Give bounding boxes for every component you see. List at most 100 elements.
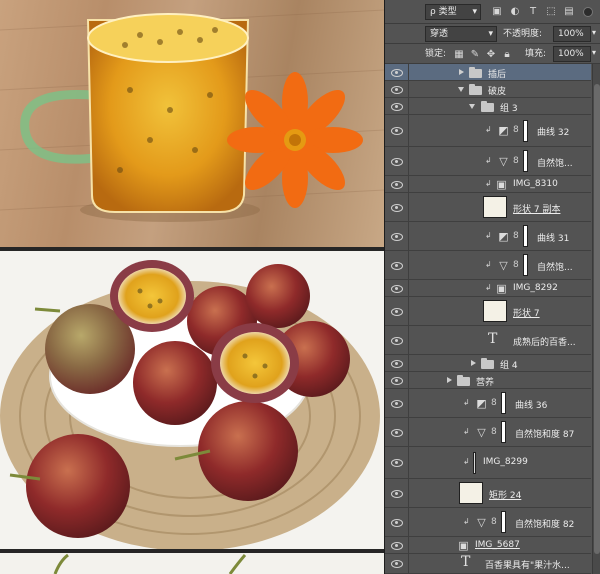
layer-row-shape[interactable]: 形状 7 bbox=[385, 297, 591, 326]
chain-link-icon[interactable]: 8 bbox=[513, 156, 519, 166]
pixel-filter-icon[interactable]: ▣ bbox=[491, 6, 503, 18]
eye-icon[interactable] bbox=[390, 518, 404, 528]
chain-link-icon[interactable]: 8 bbox=[513, 125, 519, 135]
layer-mask-thumbnail[interactable] bbox=[501, 392, 506, 414]
layer-name: IMG_8299 bbox=[483, 457, 528, 467]
layer-row-group[interactable]: 插后 bbox=[385, 64, 591, 81]
layer-row-group[interactable]: 组 4 bbox=[385, 355, 591, 372]
layer-row-group[interactable]: 组 3 bbox=[385, 98, 591, 115]
lock-pixels-icon[interactable]: ✎ bbox=[469, 49, 481, 61]
eye-icon[interactable] bbox=[390, 399, 404, 409]
photo-juice-glass bbox=[0, 0, 384, 247]
layer-name: 曲线 36 bbox=[515, 401, 548, 411]
layer-row-text[interactable]: T 成熟后的百香... bbox=[385, 326, 591, 355]
layer-name: 矩形 24 bbox=[489, 491, 522, 501]
eye-icon[interactable] bbox=[390, 180, 404, 190]
column-divider bbox=[408, 355, 409, 371]
layer-mask-thumbnail[interactable] bbox=[523, 120, 528, 142]
layer-mask-thumbnail[interactable] bbox=[523, 150, 528, 172]
lock-position-icon[interactable]: ✥ bbox=[485, 49, 497, 61]
chain-link-icon[interactable]: 8 bbox=[491, 427, 497, 437]
eye-icon[interactable] bbox=[390, 85, 404, 95]
chevron-down-icon[interactable]: ▾ bbox=[592, 28, 596, 37]
collapse-arrow-icon[interactable] bbox=[469, 104, 475, 109]
layer-row-adjustment[interactable]: ↲ ◩ 8 曲线 32 bbox=[385, 115, 591, 147]
eye-icon[interactable] bbox=[390, 307, 404, 317]
fill-input[interactable]: 100% bbox=[553, 46, 591, 62]
layer-row-smart-object[interactable]: ↲ ▣ IMG_8310 bbox=[385, 176, 591, 193]
chain-link-icon[interactable]: 8 bbox=[513, 260, 519, 270]
chain-link-icon[interactable]: 8 bbox=[491, 398, 497, 408]
document-canvas[interactable] bbox=[0, 0, 384, 574]
blend-mode-dropdown[interactable]: 穿透 ▾ bbox=[425, 26, 497, 42]
collapse-arrow-icon[interactable] bbox=[458, 87, 464, 92]
eye-icon[interactable] bbox=[390, 126, 404, 136]
chevron-down-icon[interactable]: ▾ bbox=[592, 48, 596, 57]
eye-icon[interactable] bbox=[390, 284, 404, 294]
layer-row-group[interactable]: 营养 bbox=[385, 372, 591, 389]
eye-icon[interactable] bbox=[390, 359, 404, 369]
eye-icon[interactable] bbox=[390, 203, 404, 213]
smart-object-filter-icon[interactable]: ▤ bbox=[563, 6, 575, 18]
shape-thumbnail[interactable] bbox=[483, 300, 507, 322]
eye-icon[interactable] bbox=[390, 541, 404, 551]
fill-label: 填充: bbox=[525, 49, 547, 59]
eye-icon[interactable] bbox=[390, 428, 404, 438]
eye-icon[interactable] bbox=[390, 102, 404, 112]
layer-row-adjustment[interactable]: ↲ ▽ 8 自然饱... bbox=[385, 147, 591, 176]
layer-mask-thumbnail[interactable] bbox=[501, 511, 506, 533]
layer-mask-thumbnail[interactable] bbox=[501, 421, 506, 443]
eye-icon[interactable] bbox=[390, 559, 404, 569]
fill-value: 100% bbox=[558, 49, 584, 59]
layer-row-adjustment[interactable]: ↲ ◩ 8 曲线 36 bbox=[385, 389, 591, 418]
chevron-down-icon: ▾ bbox=[488, 29, 493, 39]
eye-icon[interactable] bbox=[390, 336, 404, 346]
type-filter-icon[interactable]: T bbox=[527, 6, 539, 18]
shape-thumbnail[interactable] bbox=[459, 482, 483, 504]
lock-transparent-icon[interactable]: ▦ bbox=[453, 49, 465, 61]
layer-row-image[interactable]: ↲ IMG_8299 bbox=[385, 447, 591, 479]
expand-arrow-icon[interactable] bbox=[447, 377, 452, 383]
layer-row-adjustment[interactable]: ↲ ▽ 8 自然饱和度 82 bbox=[385, 508, 591, 537]
eye-icon[interactable] bbox=[390, 376, 404, 386]
column-divider bbox=[408, 251, 409, 279]
chain-link-icon[interactable]: 8 bbox=[491, 517, 497, 527]
eye-icon[interactable] bbox=[390, 261, 404, 271]
adjustment-filter-icon[interactable]: ◐ bbox=[509, 6, 521, 18]
layer-row-text[interactable]: T 百香果具有"果汁水... bbox=[385, 554, 591, 574]
eye-icon[interactable] bbox=[390, 68, 404, 78]
eye-icon[interactable] bbox=[390, 489, 404, 499]
filter-toggle-switch[interactable] bbox=[583, 7, 593, 17]
lock-all-icon[interactable]: 🔒︎ bbox=[501, 49, 513, 61]
layer-mask-thumbnail[interactable] bbox=[523, 225, 528, 247]
layer-row-shape[interactable]: 形状 7 副本 bbox=[385, 193, 591, 222]
layer-row-adjustment[interactable]: ↲ ▽ 8 自然饱和度 87 bbox=[385, 418, 591, 447]
filter-type-dropdown[interactable]: ρ 类型 ▾ bbox=[425, 4, 481, 20]
layer-row-adjustment[interactable]: ↲ ◩ 8 曲线 31 bbox=[385, 222, 591, 251]
shape-filter-icon[interactable]: ⬚ bbox=[545, 6, 557, 18]
layer-row-group[interactable]: 破皮 bbox=[385, 81, 591, 98]
folder-icon bbox=[469, 84, 482, 95]
eye-icon[interactable] bbox=[390, 157, 404, 167]
layer-row-shape[interactable]: 矩形 24 bbox=[385, 479, 591, 508]
layer-row-adjustment[interactable]: ↲ ▽ 8 自然饱... bbox=[385, 251, 591, 280]
layers-scrollbar[interactable] bbox=[592, 64, 600, 574]
column-divider bbox=[408, 447, 409, 478]
clip-arrow-icon: ↲ bbox=[463, 517, 470, 526]
expand-arrow-icon[interactable] bbox=[459, 69, 464, 75]
column-divider bbox=[408, 372, 409, 388]
eye-icon[interactable] bbox=[390, 458, 404, 468]
expand-arrow-icon[interactable] bbox=[471, 360, 476, 366]
layer-row-smart-object[interactable]: ↲ ▣ IMG_8292 bbox=[385, 280, 591, 297]
layer-mask-thumbnail[interactable] bbox=[523, 254, 528, 276]
image-thumbnail[interactable] bbox=[473, 452, 476, 474]
folder-icon bbox=[481, 358, 494, 369]
shape-thumbnail[interactable] bbox=[483, 196, 507, 218]
eye-icon[interactable] bbox=[390, 232, 404, 242]
scrollbar-thumb[interactable] bbox=[594, 84, 600, 554]
opacity-input[interactable]: 100% bbox=[553, 26, 591, 42]
layer-name: 形状 7 副本 bbox=[513, 205, 561, 215]
layer-row-smart-object[interactable]: ▣ IMG_5687 bbox=[385, 537, 591, 554]
opacity-label: 不透明度: bbox=[503, 29, 543, 39]
chain-link-icon[interactable]: 8 bbox=[513, 231, 519, 241]
